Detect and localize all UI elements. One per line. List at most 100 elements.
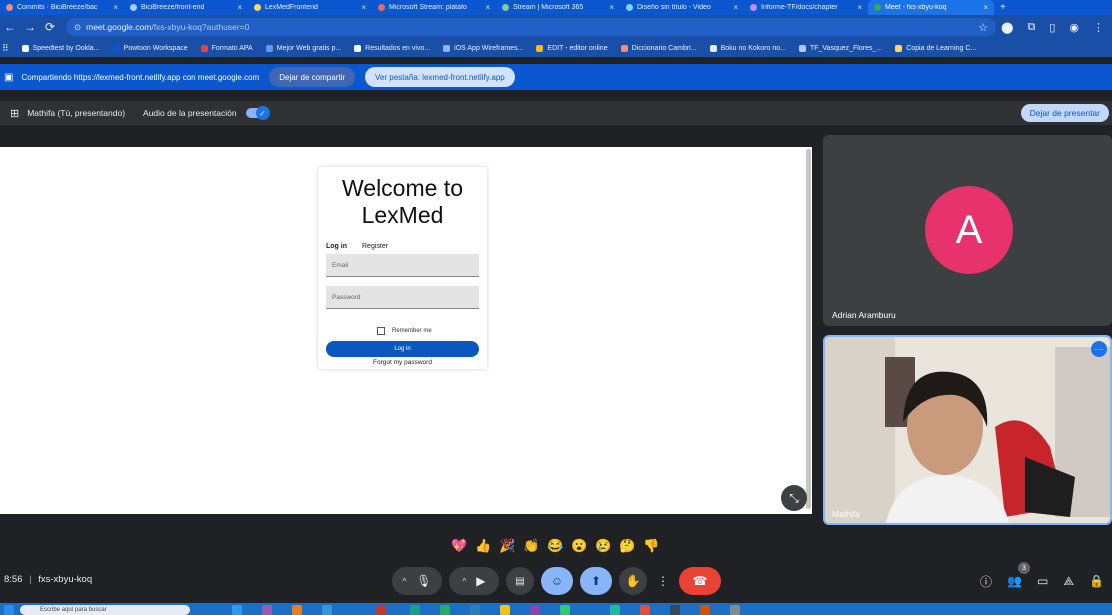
chat-icon[interactable]: ▭ xyxy=(1037,574,1048,588)
chevron-up-icon[interactable]: ^ xyxy=(403,577,407,586)
login-button[interactable]: Log in xyxy=(326,341,479,357)
view-tab-button[interactable]: Ver pestaña: lexmed-front.netlify.app xyxy=(365,67,515,87)
address-bar[interactable]: ⊙ meet.google.com/fxs-xbyu-koq?authuser=… xyxy=(66,18,996,36)
taskbar-app-icon[interactable] xyxy=(292,605,302,615)
close-tab-icon[interactable]: × xyxy=(609,3,614,12)
taskbar-app-icon[interactable] xyxy=(376,605,386,615)
participant-tile-self[interactable]: ⋯ Mathifa xyxy=(823,335,1112,525)
host-controls-icon[interactable]: 🔒 xyxy=(1089,574,1104,588)
browser-tab[interactable]: Stream | Microsoft 365 × xyxy=(496,0,620,15)
expand-icon[interactable]: ⤡ xyxy=(781,485,807,511)
stop-sharing-button[interactable]: Dejar de compartir xyxy=(269,67,356,87)
close-tab-icon[interactable]: × xyxy=(857,3,862,12)
sad-face-icon[interactable]: 😢 xyxy=(595,537,612,554)
present-button[interactable]: ⬆ xyxy=(580,567,612,595)
taskbar-app-icon[interactable] xyxy=(530,605,540,615)
side-panel-icon[interactable]: ▯ xyxy=(1049,21,1055,34)
more-options-icon[interactable]: ⋯ xyxy=(1091,341,1107,357)
password-field[interactable]: Password xyxy=(326,286,479,309)
reactions-button[interactable]: ☺ xyxy=(541,567,573,595)
taskbar-app-icon[interactable] xyxy=(730,605,740,615)
apps-grid-icon[interactable]: ⠿ xyxy=(2,43,9,54)
extensions-puzzle-icon[interactable]: ⧉ xyxy=(1027,21,1035,34)
browser-tab[interactable]: Microsoft Stream: platafo × xyxy=(372,0,496,15)
close-tab-icon[interactable]: × xyxy=(733,3,738,12)
chevron-up-icon[interactable]: ^ xyxy=(463,577,467,586)
remember-me-checkbox[interactable]: Remember me xyxy=(377,327,432,335)
raise-hand-button[interactable]: ✋ xyxy=(619,567,647,595)
taskbar-app-icon[interactable] xyxy=(262,605,272,615)
browser-tab[interactable]: Diseño sin título - Video × xyxy=(620,0,744,15)
stop-presenting-button[interactable]: Dejar de presentar xyxy=(1020,104,1109,122)
bookmark-item[interactable]: Speedtest by Ookla... xyxy=(21,44,100,52)
bookmark-item[interactable]: Copia de Learning C... xyxy=(895,44,976,52)
taskbar-app-icon[interactable] xyxy=(440,605,450,615)
meeting-details: 8:56 | fxs-xbyu-koq xyxy=(4,574,92,585)
bookmark-item[interactable]: Resultados en vivo... xyxy=(354,44,430,52)
thumbs-down-icon[interactable]: 👎 xyxy=(643,537,660,554)
profile-avatar-icon[interactable]: ◉ xyxy=(1069,21,1079,34)
taskbar-app-icon[interactable] xyxy=(670,605,680,615)
bookmark-star-icon[interactable]: ☆ xyxy=(978,21,988,34)
presentation-audio-toggle[interactable]: ✓ xyxy=(245,106,270,120)
clapping-hands-icon[interactable]: 👏 xyxy=(523,537,540,554)
info-icon[interactable]: ⓘ xyxy=(980,573,992,590)
people-icon[interactable]: 👥 xyxy=(1007,574,1022,588)
camera-button[interactable]: ^ ▶ xyxy=(449,567,499,595)
email-field[interactable]: Email xyxy=(326,254,479,277)
forgot-password-link[interactable]: Forgot my password xyxy=(318,359,487,366)
browser-tab[interactable]: BiciBreeze/front-end × xyxy=(124,0,248,15)
close-tab-icon[interactable]: × xyxy=(237,3,242,12)
more-options-button[interactable]: ⋮ xyxy=(654,567,672,595)
taskbar-app-icon[interactable] xyxy=(500,605,510,615)
close-tab-icon[interactable]: × xyxy=(983,3,988,12)
taskbar-app-icon[interactable] xyxy=(700,605,710,615)
browser-menu-icon[interactable]: ⋮ xyxy=(1093,21,1104,34)
taskbar-app-icon[interactable] xyxy=(560,605,570,615)
taskbar-app-icon[interactable] xyxy=(410,605,420,615)
activities-icon[interactable]: ⟁ xyxy=(1063,574,1074,589)
taskbar-app-icon[interactable] xyxy=(232,605,242,615)
microphone-button[interactable]: ^ 🎙 xyxy=(392,567,442,595)
start-icon[interactable] xyxy=(4,605,14,615)
taskbar-app-icon[interactable] xyxy=(470,605,480,615)
captions-button[interactable]: ▤ xyxy=(506,567,534,595)
party-popper-icon[interactable]: 🎉 xyxy=(499,537,516,554)
bookmark-item[interactable]: Diccionario Cambri... xyxy=(620,44,697,52)
bookmark-item[interactable]: TF_Vasquez_Flores_... xyxy=(798,44,882,52)
forward-arrow-icon[interactable]: → xyxy=(20,20,40,34)
bookmark-item[interactable]: Mejor Web gratis p... xyxy=(265,44,341,52)
thinking-face-icon[interactable]: 🤔 xyxy=(619,537,636,554)
browser-tab[interactable]: LexMedFrontend × xyxy=(248,0,372,15)
browser-tab[interactable]: Commits · BiciBreeze/bac × xyxy=(0,0,124,15)
site-info-icon[interactable]: ⊙ xyxy=(74,22,81,33)
bookmark-item[interactable]: EDIT - editor online xyxy=(536,44,608,52)
close-tab-icon[interactable]: × xyxy=(361,3,366,12)
laughing-face-icon[interactable]: 😂 xyxy=(547,537,564,554)
tab-register[interactable]: Register xyxy=(362,243,388,250)
bookmark-item[interactable]: Powtoon Workspace xyxy=(112,44,188,52)
browser-tab[interactable]: Meet - fxs-xbyu-koq × xyxy=(868,0,994,15)
sharing-status-text: Compartiendo https://lexmed-front.netlif… xyxy=(21,72,260,82)
sparkling-heart-icon[interactable]: 💖 xyxy=(451,537,468,554)
tab-login[interactable]: Log in xyxy=(326,243,347,250)
new-tab-icon[interactable]: + xyxy=(1000,2,1006,13)
reload-icon[interactable]: ⟳ xyxy=(40,20,60,34)
browser-tab[interactable]: Informe-TF/docs/chapter × xyxy=(744,0,868,15)
taskbar-app-icon[interactable] xyxy=(322,605,332,615)
taskbar-app-icon[interactable] xyxy=(610,605,620,615)
close-tab-icon[interactable]: × xyxy=(113,3,118,12)
surprised-face-icon[interactable]: 😮 xyxy=(571,537,588,554)
participant-tile[interactable]: A Adrian Aramburu xyxy=(823,135,1112,326)
extension-icon[interactable]: ⬤ xyxy=(1001,21,1013,34)
back-arrow-icon[interactable]: ← xyxy=(0,20,20,34)
leave-call-button[interactable]: ☎ xyxy=(679,567,721,595)
close-tab-icon[interactable]: × xyxy=(485,3,490,12)
taskbar-app-icon[interactable] xyxy=(640,605,650,615)
taskbar-search[interactable]: Escribe aquí para buscar xyxy=(20,605,190,615)
bookmark-item[interactable]: Formato APA xyxy=(200,44,253,52)
thumbs-up-icon[interactable]: 👍 xyxy=(475,537,492,554)
bookmark-item[interactable]: iOS App Wireframes... xyxy=(443,44,523,52)
emoji-icon: ☺ xyxy=(550,574,564,588)
bookmark-item[interactable]: Boku no Kokoro no... xyxy=(709,44,786,52)
